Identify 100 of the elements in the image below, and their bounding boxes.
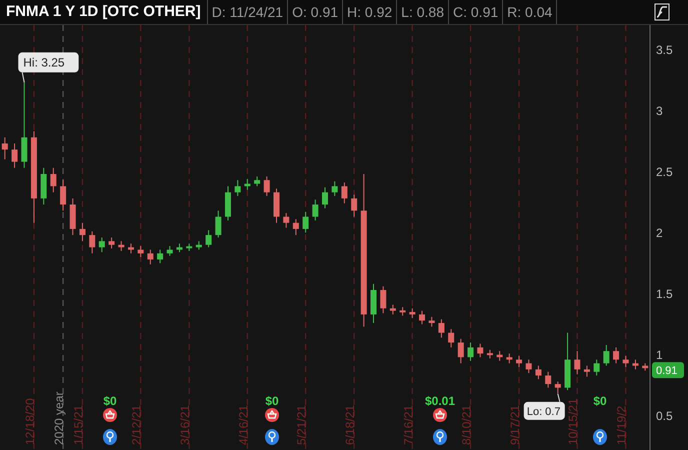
axis-label: 2.5 (656, 165, 673, 179)
candle (613, 346, 620, 364)
candle (264, 176, 270, 196)
quote-field: C: 0.91 (449, 0, 504, 24)
chart-title: FNMA 1 Y 1D [OTC OTHER] (0, 0, 208, 24)
candle (274, 188, 280, 224)
axis-label: 3.5 (656, 42, 673, 57)
annotation: Lo: 0.7 (526, 406, 560, 418)
candle (138, 246, 144, 258)
dividend-amount: $0 (265, 394, 279, 408)
axis-label: 10/15/21 (566, 398, 580, 445)
candle (234, 180, 241, 196)
curve-icon[interactable] (654, 3, 670, 21)
candle (486, 349, 493, 359)
candle (12, 142, 18, 168)
candle (176, 243, 182, 253)
candle (89, 230, 96, 254)
candle (332, 180, 338, 196)
candle (496, 350, 503, 362)
dividend-amount: $0.01 (424, 394, 456, 408)
candle (535, 365, 542, 380)
candle (554, 381, 561, 394)
candle (341, 182, 348, 204)
candle (526, 359, 532, 374)
axis-label: 5/21/21 (294, 404, 309, 445)
candle (477, 343, 484, 358)
axis-label: 0.5 (656, 409, 673, 424)
axis-label: 7/16/21 (401, 404, 416, 445)
dividend-amount: $0 (103, 394, 117, 408)
candle (642, 362, 648, 372)
axis-label: 2 (656, 226, 663, 240)
candle (468, 342, 474, 362)
candle (215, 210, 222, 238)
candle (224, 186, 231, 221)
axis-label: 2/12/21 (130, 404, 144, 445)
axis-label: 4/16/21 (236, 404, 250, 445)
candle (458, 338, 464, 364)
price-tag: 0.91 (652, 362, 684, 378)
axis-label: 11/19/2 (614, 406, 629, 445)
candle (283, 212, 290, 228)
candle (302, 211, 309, 234)
value-callout: Hi: 3.25 (18, 52, 79, 83)
candle (70, 198, 76, 236)
axis-label: 1/15/21 (71, 404, 86, 445)
candle (584, 365, 590, 378)
axis-label: 9/17/21 (508, 404, 522, 445)
quote-field: D: 11/24/21 (208, 0, 288, 24)
candle (545, 371, 552, 388)
candle (60, 180, 66, 212)
axis-label: 1 (656, 348, 663, 362)
annotation: Hi: 3.25 (23, 55, 65, 70)
candle (632, 359, 638, 370)
candle (322, 186, 328, 209)
quote-field: O: 0.91 (288, 0, 344, 24)
axis-label: 12/18/20 (22, 398, 37, 445)
candle (79, 222, 86, 242)
lightbulb-icon[interactable] (103, 429, 117, 445)
candle (108, 237, 115, 249)
candle (594, 359, 600, 376)
candle (206, 230, 212, 248)
axis-label: 1.5 (656, 287, 673, 302)
candle (118, 240, 124, 252)
candle (312, 199, 318, 221)
candle (516, 355, 522, 368)
candle (438, 318, 444, 338)
candle (98, 237, 105, 253)
candle (2, 136, 8, 160)
candle (40, 167, 47, 206)
candle (622, 355, 629, 368)
candle (409, 308, 416, 319)
candle (157, 249, 164, 264)
basket-icon[interactable] (433, 408, 447, 422)
candle (603, 344, 610, 366)
axis-label: 3 (656, 104, 663, 118)
axis-label: 8/10/21 (460, 404, 474, 445)
basket-icon[interactable] (265, 408, 279, 422)
candle (244, 178, 250, 190)
candle (390, 304, 396, 315)
candle (351, 194, 358, 218)
candle (186, 243, 192, 252)
candle (574, 350, 580, 375)
candle (380, 286, 386, 314)
candle (448, 328, 454, 348)
value-callout: Lo: 0.7 (524, 393, 565, 420)
lightbulb-icon[interactable] (593, 429, 607, 445)
axis-label: 3/16/21 (178, 404, 192, 445)
candle (147, 249, 154, 265)
quote-field: L: 0.88 (397, 0, 449, 24)
candle (400, 306, 406, 316)
basket-icon[interactable] (103, 408, 117, 422)
lightbulb-icon[interactable] (433, 429, 447, 445)
dividend-amount: $0 (593, 394, 607, 408)
candle (564, 332, 571, 391)
candle (506, 353, 512, 364)
quote-field: H: 0.92 (343, 0, 398, 24)
candle (419, 310, 426, 325)
candle (292, 218, 299, 236)
candle (254, 176, 260, 187)
quote-field: R: 0.04 (503, 0, 558, 24)
lightbulb-icon[interactable] (265, 429, 279, 445)
